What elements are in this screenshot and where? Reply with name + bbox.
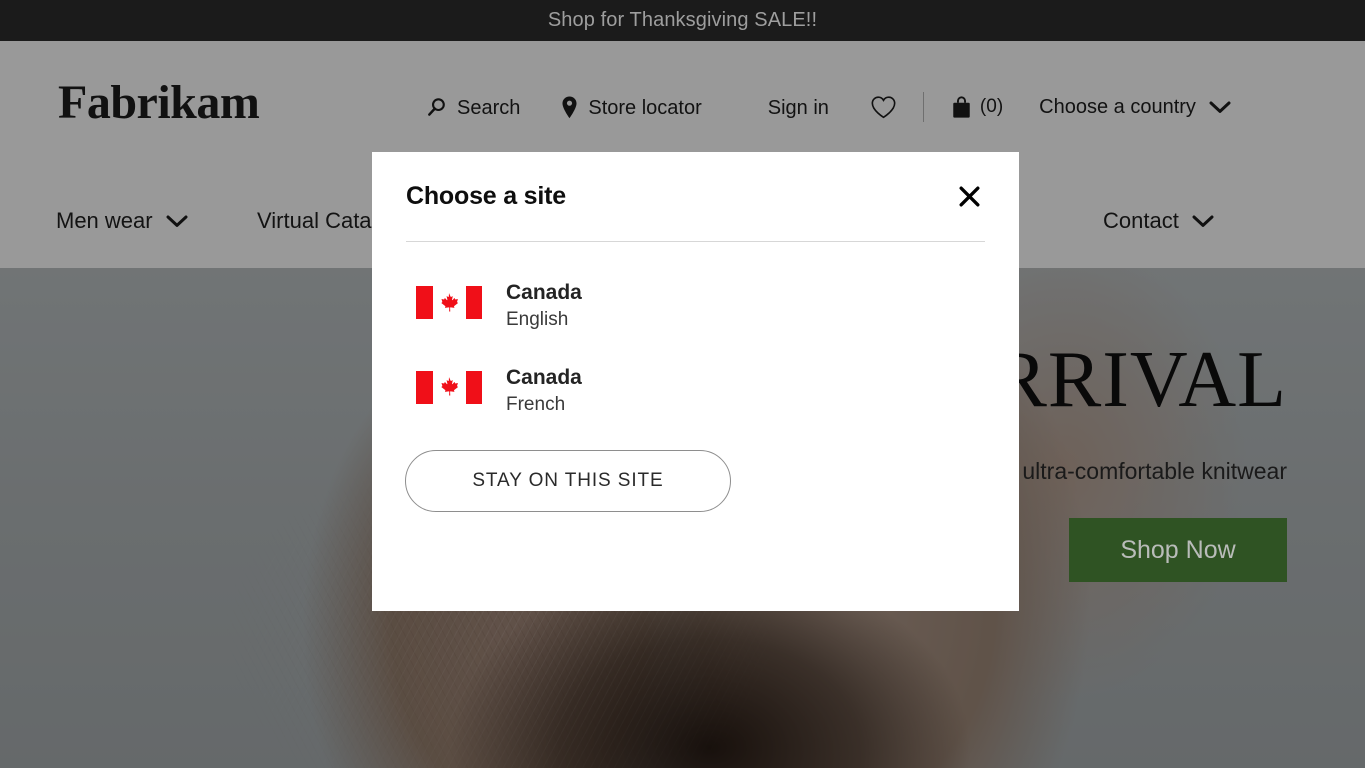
close-icon[interactable] bbox=[953, 181, 985, 213]
site-language-name: French bbox=[506, 394, 566, 415]
site-option-canada-english[interactable]: Canada English bbox=[416, 280, 776, 335]
canada-flag-icon bbox=[416, 286, 482, 319]
choose-a-site-modal: Choose a site Canada English Canada Fren… bbox=[372, 152, 1019, 611]
site-language-name: English bbox=[506, 309, 569, 331]
site-country-name: Canada bbox=[506, 365, 582, 389]
canada-flag-icon bbox=[416, 370, 482, 404]
site-option-texts: Canada English bbox=[506, 280, 582, 335]
site-option-canada-french[interactable]: Canada French bbox=[416, 365, 776, 420]
stay-on-this-site-button[interactable]: STAY ON THIS SITE bbox=[405, 449, 731, 512]
site-option-texts: Canada French bbox=[506, 365, 582, 420]
page-root: Shop for Thanksgiving SALE!! Fabrikam Se… bbox=[0, 0, 1365, 768]
site-country-name: Canada bbox=[506, 281, 582, 304]
site-list: Canada English Canada French bbox=[372, 280, 1019, 420]
modal-header: Choose a site bbox=[406, 152, 985, 242]
modal-title: Choose a site bbox=[406, 182, 566, 210]
